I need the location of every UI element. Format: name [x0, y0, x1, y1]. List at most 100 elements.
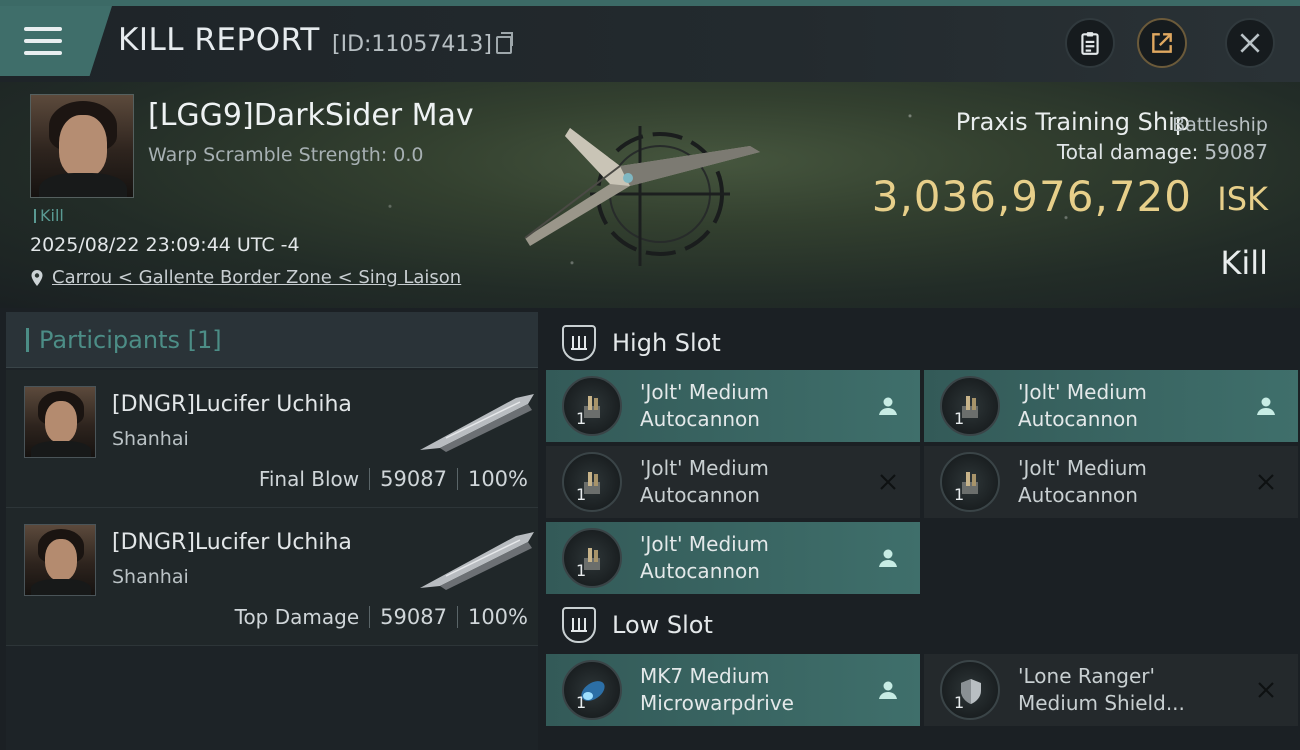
participant-stats: Final Blow 59087 100%: [259, 467, 528, 491]
participant-role: Final Blow: [258, 467, 360, 491]
module-name: 'Jolt' Medium Autocannon: [640, 379, 769, 433]
destroyed-x-icon: [1254, 678, 1278, 702]
ship-name[interactable]: Praxis Training Ship: [956, 108, 1190, 136]
module-quantity: 1: [576, 561, 587, 580]
microwarpdrive-icon: 1: [562, 660, 622, 720]
location-pin-icon: [31, 269, 43, 286]
module-name: 'Jolt' Medium Autocannon: [640, 455, 769, 509]
module-quantity: 1: [576, 693, 587, 712]
header-accent-bar: [26, 327, 29, 352]
report-id: [ID:11057413]: [332, 32, 492, 57]
kill-summary-banner: [LGG9]DarkSider Mav Warp Scramble Streng…: [0, 82, 1300, 308]
participant-role: Top Damage: [234, 605, 360, 629]
module-name: 'Lone Ranger' Medium Shield...: [1018, 663, 1185, 717]
kill-tag: Kill: [34, 206, 64, 225]
high-slot-title: High Slot: [612, 329, 721, 357]
page-title: KILL REPORT: [118, 22, 320, 58]
module-item[interactable]: 1 'Jolt' Medium Autocannon: [924, 370, 1298, 442]
module-quantity: 1: [954, 409, 965, 428]
module-item[interactable]: 1 'Lone Ranger' Medium Shield...: [924, 654, 1298, 726]
participant-percent: 100%: [467, 467, 528, 491]
high-slot-header: High Slot: [544, 314, 1300, 372]
autocannon-icon: 1: [562, 452, 622, 512]
close-button[interactable]: [1225, 18, 1275, 68]
destroyed-x-icon: [1254, 470, 1278, 494]
module-item[interactable]: 1 'Jolt' Medium Autocannon: [546, 446, 920, 518]
hamburger-icon: [24, 27, 62, 55]
participant-row[interactable]: [DNGR]Lucifer Uchiha Shanhai Top Damage …: [6, 508, 538, 646]
divider: [456, 468, 458, 490]
location-row: Carrou < Gallente Border Zone < Sing Lai…: [30, 267, 461, 288]
participants-title: Participants [1]: [39, 325, 222, 354]
module-name-line2: Autocannon: [640, 559, 760, 583]
copy-icon[interactable]: [496, 32, 513, 54]
total-damage-value: 59087: [1204, 140, 1268, 164]
module-name-line2: Microwarpdrive: [640, 691, 794, 715]
module-item[interactable]: 1 MK7 Medium Microwarpdrive: [546, 654, 920, 726]
low-slot-title: Low Slot: [612, 611, 713, 639]
top-accent-line: [0, 0, 1300, 6]
total-damage: Total damage: 59087: [1057, 140, 1268, 164]
participant-ship-icon: [420, 532, 534, 590]
ship-class: Battleship: [1172, 114, 1268, 136]
share-button[interactable]: [1137, 18, 1187, 68]
clipboard-icon: [1081, 32, 1099, 55]
module-name-line1: 'Jolt' Medium: [640, 456, 769, 480]
participants-header[interactable]: Participants [1]: [6, 312, 538, 368]
dropped-person-icon: [876, 546, 900, 570]
victim-ship-render: [524, 126, 760, 266]
participant-damage: 59087: [380, 605, 447, 629]
divider: [369, 468, 371, 490]
victim-name[interactable]: [LGG9]DarkSider Mav: [148, 98, 474, 133]
participant-avatar[interactable]: [24, 524, 96, 596]
module-name-line1: 'Jolt' Medium: [1018, 380, 1147, 404]
victim-portrait[interactable]: [30, 94, 134, 198]
module-name-line2: Autocannon: [1018, 483, 1138, 507]
module-name-line2: Autocannon: [640, 483, 760, 507]
warp-scramble-strength: Warp Scramble Strength: 0.0: [148, 144, 424, 166]
module-item[interactable]: 1 'Jolt' Medium Autocannon: [546, 370, 920, 442]
module-name-line2: Autocannon: [1018, 407, 1138, 431]
dropped-person-icon: [1254, 394, 1278, 418]
low-slot-icon: [562, 607, 596, 643]
shield-module-icon: 1: [940, 660, 1000, 720]
module-quantity: 1: [576, 409, 587, 428]
dropped-person-icon: [876, 394, 900, 418]
menu-button[interactable]: [0, 6, 112, 76]
module-name-line1: 'Jolt' Medium: [640, 532, 769, 556]
module-name: MK7 Medium Microwarpdrive: [640, 663, 794, 717]
high-slot-icon: [562, 325, 596, 361]
result-label: Kill: [1220, 244, 1268, 282]
participant-corp: Shanhai: [112, 566, 189, 588]
location-link[interactable]: Carrou < Gallente Border Zone < Sing Lai…: [52, 267, 461, 288]
module-quantity: 1: [954, 693, 965, 712]
module-name-line1: MK7 Medium: [640, 664, 770, 688]
module-item[interactable]: 1 'Jolt' Medium Autocannon: [924, 446, 1298, 518]
autocannon-icon: 1: [562, 528, 622, 588]
module-quantity: 1: [576, 485, 587, 504]
autocannon-icon: 1: [940, 452, 1000, 512]
isk-unit: ISK: [1217, 180, 1268, 218]
module-item[interactable]: 1 'Jolt' Medium Autocannon: [546, 522, 920, 594]
module-name-line1: 'Jolt' Medium: [1018, 456, 1147, 480]
participant-stats: Top Damage 59087 100%: [235, 605, 528, 629]
top-bar: KILL REPORT [ID:11057413]: [0, 0, 1300, 82]
autocannon-icon: 1: [562, 376, 622, 436]
participant-ship-icon: [420, 394, 534, 452]
divider: [369, 606, 371, 628]
module-name: 'Jolt' Medium Autocannon: [1018, 455, 1147, 509]
participant-avatar[interactable]: [24, 386, 96, 458]
fitting-panel: High Slot 1 'Jolt' Medium Autocannon 1 'J…: [544, 312, 1300, 750]
participant-corp: Shanhai: [112, 428, 189, 450]
participant-row[interactable]: [DNGR]Lucifer Uchiha Shanhai Final Blow …: [6, 370, 538, 508]
module-name-line1: 'Lone Ranger': [1018, 664, 1155, 688]
module-name: 'Jolt' Medium Autocannon: [1018, 379, 1147, 433]
kill-timestamp: 2025/08/22 23:09:44 UTC -4: [30, 234, 300, 256]
clipboard-button[interactable]: [1065, 18, 1115, 68]
module-quantity: 1: [954, 485, 965, 504]
total-damage-label: Total damage:: [1056, 140, 1199, 164]
participant-name: [DNGR]Lucifer Uchiha: [112, 530, 352, 555]
module-name-line1: 'Jolt' Medium: [640, 380, 769, 404]
close-icon: [1240, 33, 1260, 53]
participant-percent: 100%: [467, 605, 528, 629]
